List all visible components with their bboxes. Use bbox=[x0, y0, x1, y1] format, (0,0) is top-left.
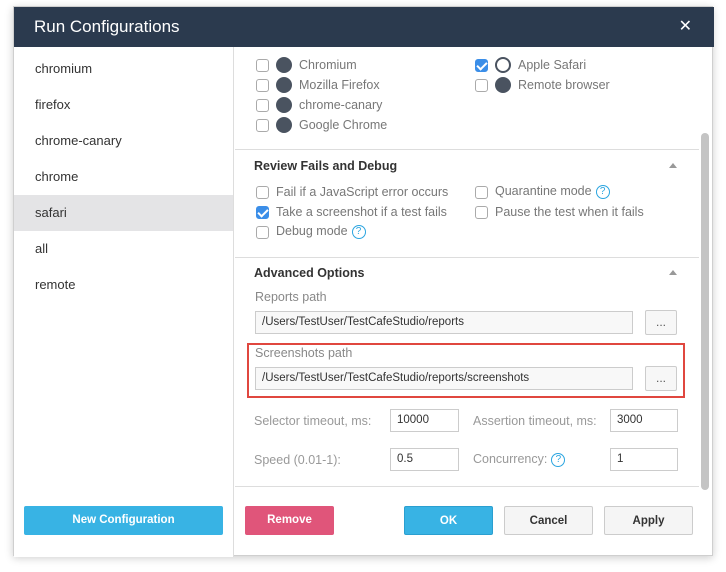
concurrency-input[interactable]: 1 bbox=[610, 448, 678, 471]
quarantine-mode-checkbox[interactable] bbox=[475, 186, 488, 199]
screenshots-path-input[interactable]: /Users/TestUser/TestCafeStudio/reports/s… bbox=[255, 367, 633, 390]
speed-label: Speed (0.01-1): bbox=[254, 453, 341, 467]
close-icon[interactable]: ✕ bbox=[679, 7, 692, 47]
firefox-icon bbox=[276, 77, 292, 93]
globe-icon bbox=[276, 97, 292, 113]
review-section-title: Review Fails and Debug bbox=[254, 159, 398, 173]
configurations-sidebar: chromium firefox chrome-canary chrome sa… bbox=[14, 47, 234, 557]
advanced-section-title: Advanced Options bbox=[254, 266, 365, 280]
pause-test-label: Pause the test when it fails bbox=[495, 205, 644, 219]
ok-button[interactable]: OK bbox=[404, 506, 493, 535]
fail-js-error-checkbox[interactable] bbox=[256, 186, 269, 199]
collapse-arrow-icon[interactable] bbox=[669, 270, 677, 275]
sidebar-item-chrome[interactable]: chrome bbox=[14, 159, 233, 195]
assertion-timeout-label: Assertion timeout, ms: bbox=[473, 414, 597, 428]
dialog-title: Run Configurations bbox=[14, 7, 714, 47]
quarantine-mode-label: Quarantine mode? bbox=[495, 184, 610, 199]
google-chrome-checkbox[interactable] bbox=[256, 119, 269, 132]
fail-js-error-label: Fail if a JavaScript error occurs bbox=[276, 185, 449, 199]
chromium-label: Chromium bbox=[299, 58, 357, 72]
firefox-label: Mozilla Firefox bbox=[299, 78, 380, 92]
sidebar-item-chromium[interactable]: chromium bbox=[14, 51, 233, 87]
chrome-icon bbox=[276, 57, 292, 73]
selector-timeout-input[interactable]: 10000 bbox=[390, 409, 459, 432]
safari-compass-icon bbox=[495, 57, 511, 73]
divider bbox=[235, 257, 699, 258]
globe-icon bbox=[495, 77, 511, 93]
remove-button[interactable]: Remove bbox=[245, 506, 334, 535]
sidebar-item-safari[interactable]: safari bbox=[14, 195, 233, 231]
google-chrome-label: Google Chrome bbox=[299, 118, 388, 132]
sidebar-item-chrome-canary[interactable]: chrome-canary bbox=[14, 123, 233, 159]
remote-browser-label: Remote browser bbox=[518, 78, 610, 92]
sidebar-item-firefox[interactable]: firefox bbox=[14, 87, 233, 123]
concurrency-label: Concurrency:? bbox=[473, 452, 566, 467]
chromium-checkbox[interactable] bbox=[256, 59, 269, 72]
cancel-button[interactable]: Cancel bbox=[504, 506, 593, 535]
take-screenshot-checkbox[interactable] bbox=[256, 206, 269, 219]
reports-browse-button[interactable]: ... bbox=[645, 310, 677, 335]
firefox-checkbox[interactable] bbox=[256, 79, 269, 92]
safari-label: Apple Safari bbox=[518, 58, 587, 72]
remote-browser-checkbox[interactable] bbox=[475, 79, 488, 92]
reports-path-input[interactable]: /Users/TestUser/TestCafeStudio/reports bbox=[255, 311, 633, 334]
pause-test-checkbox[interactable] bbox=[475, 206, 488, 219]
speed-input[interactable]: 0.5 bbox=[390, 448, 459, 471]
chrome-canary-label: chrome-canary bbox=[299, 98, 383, 112]
new-configuration-button[interactable]: New Configuration bbox=[24, 506, 223, 535]
scrollbar-thumb[interactable] bbox=[701, 133, 709, 490]
debug-mode-label: Debug mode? bbox=[276, 224, 366, 239]
screenshots-browse-button[interactable]: ... bbox=[645, 366, 677, 391]
debug-mode-checkbox[interactable] bbox=[256, 226, 269, 239]
concurrency-text: Concurrency: bbox=[473, 452, 548, 466]
take-screenshot-label: Take a screenshot if a test fails bbox=[276, 205, 447, 219]
quarantine-mode-text: Quarantine mode bbox=[495, 184, 592, 198]
assertion-timeout-input[interactable]: 3000 bbox=[610, 409, 678, 432]
reports-path-label: Reports path bbox=[255, 290, 327, 304]
chrome-canary-checkbox[interactable] bbox=[256, 99, 269, 112]
debug-mode-text: Debug mode bbox=[276, 224, 348, 238]
divider bbox=[235, 486, 699, 487]
selector-timeout-label: Selector timeout, ms: bbox=[254, 414, 372, 428]
apply-button[interactable]: Apply bbox=[604, 506, 693, 535]
sidebar-item-remote[interactable]: remote bbox=[14, 267, 233, 303]
collapse-arrow-icon[interactable] bbox=[669, 163, 677, 168]
chrome-icon bbox=[276, 117, 292, 133]
help-icon[interactable]: ? bbox=[551, 452, 566, 467]
help-icon[interactable]: ? bbox=[595, 184, 610, 199]
run-configurations-dialog: Run Configurations ✕ chromium firefox ch… bbox=[13, 6, 714, 557]
divider bbox=[235, 149, 699, 150]
sidebar-item-all[interactable]: all bbox=[14, 231, 233, 267]
help-icon[interactable]: ? bbox=[351, 224, 366, 239]
safari-checkbox[interactable] bbox=[475, 59, 488, 72]
screenshots-path-label: Screenshots path bbox=[255, 346, 353, 360]
